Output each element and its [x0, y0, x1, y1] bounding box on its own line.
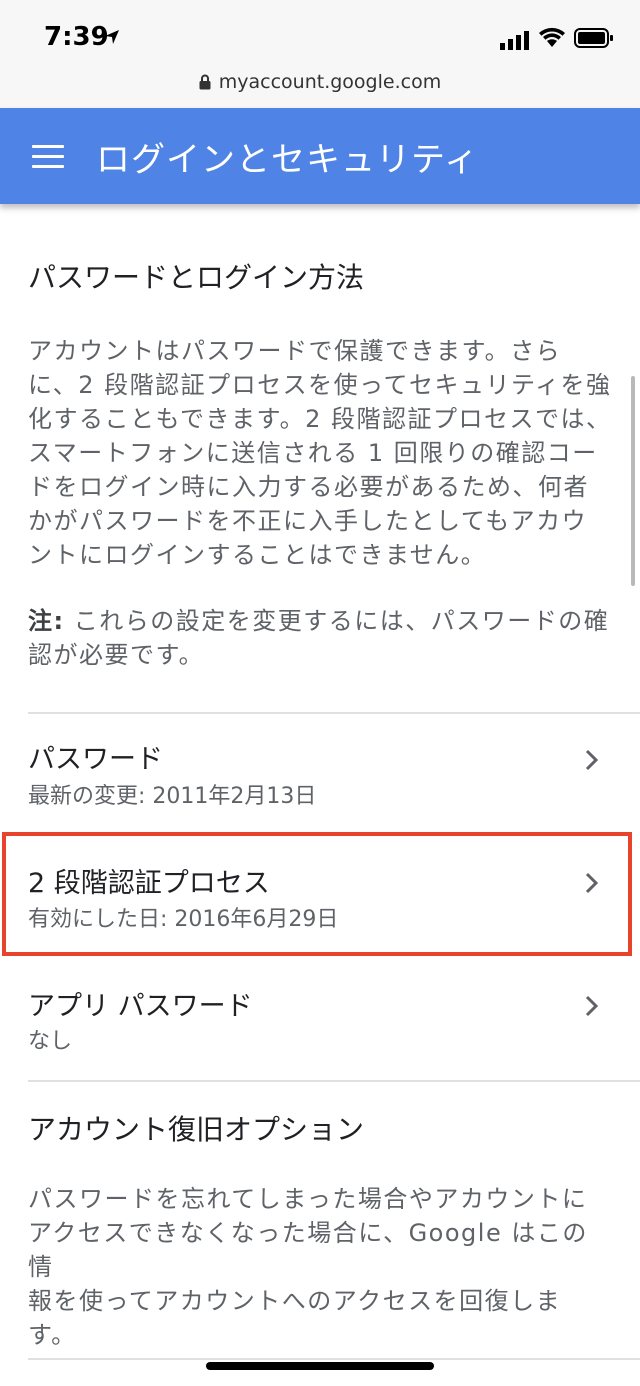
row-title: アプリ パスワード	[28, 991, 253, 1022]
row-title: パスワード	[28, 744, 163, 775]
row-subtitle: 最新の変更: 2011年2月13日	[28, 784, 317, 809]
location-arrow-icon	[105, 30, 119, 44]
wifi-icon	[539, 27, 565, 47]
settings-note: 注: これらの設定を変更するには、パスワードの確 認が必要です。	[28, 607, 610, 669]
recovery-description: パスワードを忘れてしまった場合やアカウントに アクセスできなくなった場合に、Go…	[28, 1185, 588, 1349]
home-indicator[interactable]	[206, 1362, 434, 1370]
chevron-right-icon	[585, 995, 599, 1017]
note-label: 注:	[28, 607, 65, 635]
divider	[28, 1080, 640, 1082]
section-title-password: パスワードとログイン方法	[28, 261, 365, 294]
highlight-box	[2, 832, 632, 956]
address-bar[interactable]: myaccount.google.com	[0, 64, 640, 100]
row-subtitle: なし	[28, 1029, 73, 1054]
divider	[28, 712, 640, 714]
app-bar: ログインとセキュリティ	[0, 108, 640, 204]
page-title: ログインとセキュリティ	[96, 140, 479, 180]
scrollbar[interactable]	[631, 376, 635, 586]
hamburger-menu-icon[interactable]	[32, 145, 64, 169]
signal-icon	[500, 31, 529, 50]
divider	[28, 1358, 640, 1360]
battery-icon	[574, 28, 613, 48]
lock-icon	[199, 74, 211, 90]
section-title-recovery: アカウント復旧オプション	[28, 1113, 365, 1146]
status-bar: 7:39 myaccount.google.com	[0, 0, 640, 108]
status-time: 7:39	[44, 22, 109, 52]
url-text: myaccount.google.com	[218, 71, 442, 93]
password-description: アカウントはパスワードで保護できます。さら に、2 段階認証プロセスを使ってセキ…	[28, 337, 612, 569]
chevron-right-icon	[585, 749, 599, 771]
